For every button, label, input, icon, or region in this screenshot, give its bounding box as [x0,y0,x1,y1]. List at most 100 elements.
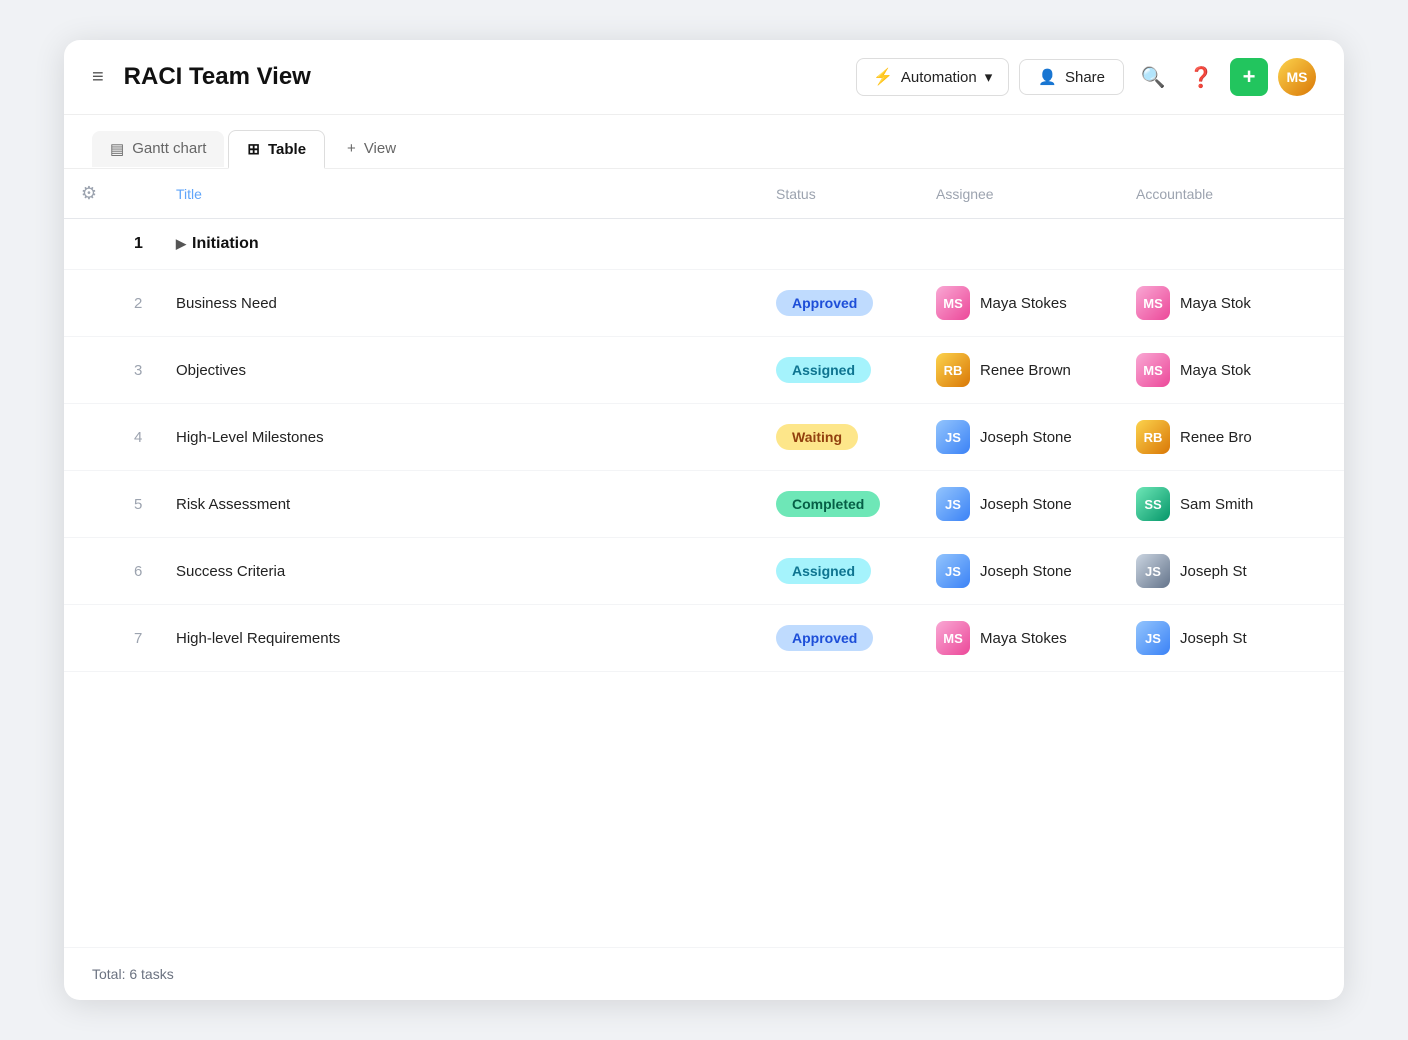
assignee-cell: MS Maya Stokes [924,270,1124,337]
row-num: 7 [114,605,164,672]
search-button[interactable]: 🔍 [1134,58,1172,96]
table-icon: ⊞ [247,140,260,158]
gantt-icon: ▤ [110,140,124,158]
task-title: Objectives [164,337,764,404]
status-cell: Assigned [764,337,924,404]
table-row[interactable]: 5 Risk Assessment Completed JS Joseph St… [64,471,1344,538]
accountable-cell: SS Sam Smith [1124,471,1344,538]
table-area: ⚙ Title Status Assignee Accountable 1 ▶I… [64,169,1344,947]
accountable-cell: MS Maya Stok [1124,270,1344,337]
user-avatar[interactable]: MS [1278,58,1316,96]
help-icon: ❓ [1189,65,1214,90]
plus-icon: + [347,140,356,157]
gear-cell [64,605,114,672]
assignee-cell: MS Maya Stokes [924,605,1124,672]
row-num: 1 [114,219,164,270]
tab-view[interactable]: + View [329,131,414,166]
accountable-name: Maya Stok [1180,295,1251,312]
status-badge: Assigned [776,357,871,383]
status-badge: Approved [776,625,873,651]
status-badge: Waiting [776,424,858,450]
accountable-avatar: JS [1136,621,1170,655]
status-badge: Assigned [776,558,871,584]
share-button[interactable]: 👤 Share [1019,59,1124,95]
accountable-col-header[interactable]: Accountable [1124,169,1344,219]
task-title: High-Level Milestones [164,404,764,471]
status-cell: Waiting [764,404,924,471]
assignee-avatar: RB [936,353,970,387]
assignee-name: Joseph Stone [980,429,1072,446]
help-button[interactable]: ❓ [1182,58,1220,96]
gear-col-header[interactable]: ⚙ [64,169,114,219]
row-num: 2 [114,270,164,337]
tab-gantt-label: Gantt chart [132,140,206,157]
gear-cell [64,471,114,538]
accountable-name: Renee Bro [1180,429,1252,446]
status-cell: Completed [764,471,924,538]
assignee-avatar: MS [936,621,970,655]
table-row[interactable]: 7 High-level Requirements Approved MS Ma… [64,605,1344,672]
view-tabs: ▤ Gantt chart ⊞ Table + View [64,115,1344,169]
assignee-avatar: JS [936,420,970,454]
task-title: Risk Assessment [164,471,764,538]
table-row[interactable]: 2 Business Need Approved MS Maya Stokes … [64,270,1344,337]
accountable-name: Maya Stok [1180,362,1251,379]
assignee-col-header[interactable]: Assignee [924,169,1124,219]
app-container: ≡ RACI Team View ⚡ Automation ▾ 👤 Share … [64,40,1344,1000]
table-row[interactable]: 4 High-Level Milestones Waiting JS Josep… [64,404,1344,471]
section-title: ▶Initiation [164,219,1344,270]
task-title: Success Criteria [164,538,764,605]
tab-table[interactable]: ⊞ Table [228,130,325,169]
menu-icon[interactable]: ≡ [92,66,104,89]
header-actions: ⚡ Automation ▾ 👤 Share 🔍 ❓ + MS [856,58,1316,96]
chevron-down-icon: ▾ [985,68,993,86]
chevron-right-icon: ▶ [176,236,186,251]
table-row[interactable]: 3 Objectives Assigned RB Renee Brown MS … [64,337,1344,404]
status-col-header[interactable]: Status [764,169,924,219]
assignee-name: Joseph Stone [980,563,1072,580]
automation-label: Automation [901,69,977,86]
gear-cell [64,538,114,605]
table-header-row: ⚙ Title Status Assignee Accountable [64,169,1344,219]
assignee-avatar: JS [936,487,970,521]
assignee-cell: RB Renee Brown [924,337,1124,404]
accountable-avatar: SS [1136,487,1170,521]
accountable-name: Joseph St [1180,630,1247,647]
gear-cell [64,270,114,337]
table-body: 1 ▶Initiation 2 Business Need Approved M… [64,219,1344,672]
assignee-name: Renee Brown [980,362,1071,379]
assignee-name: Maya Stokes [980,295,1067,312]
table-row[interactable]: 1 ▶Initiation [64,219,1344,270]
task-title: High-level Requirements [164,605,764,672]
accountable-cell: JS Joseph St [1124,538,1344,605]
assignee-name: Maya Stokes [980,630,1067,647]
accountable-avatar: RB [1136,420,1170,454]
gear-cell [64,404,114,471]
status-badge: Completed [776,491,880,517]
accountable-name: Joseph St [1180,563,1247,580]
total-tasks-label: Total: 6 tasks [92,966,174,982]
main-table: ⚙ Title Status Assignee Accountable 1 ▶I… [64,169,1344,672]
gear-icon: ⚙ [81,183,97,203]
num-col-header [114,169,164,219]
header: ≡ RACI Team View ⚡ Automation ▾ 👤 Share … [64,40,1344,115]
assignee-name: Joseph Stone [980,496,1072,513]
table-row[interactable]: 6 Success Criteria Assigned JS Joseph St… [64,538,1344,605]
row-num: 6 [114,538,164,605]
assignee-cell: JS Joseph Stone [924,471,1124,538]
lightning-icon: ⚡ [873,67,893,87]
task-title: Business Need [164,270,764,337]
accountable-avatar: JS [1136,554,1170,588]
automation-button[interactable]: ⚡ Automation ▾ [856,58,1009,96]
add-button[interactable]: + [1230,58,1268,96]
accountable-cell: MS Maya Stok [1124,337,1344,404]
assignee-avatar: JS [936,554,970,588]
avatar-initials: MS [1287,69,1308,85]
status-badge: Approved [776,290,873,316]
share-label: Share [1065,69,1105,86]
assignee-cell: JS Joseph Stone [924,404,1124,471]
title-col-header[interactable]: Title [164,169,764,219]
status-cell: Approved [764,605,924,672]
tab-gantt-chart[interactable]: ▤ Gantt chart [92,131,224,167]
row-num: 3 [114,337,164,404]
